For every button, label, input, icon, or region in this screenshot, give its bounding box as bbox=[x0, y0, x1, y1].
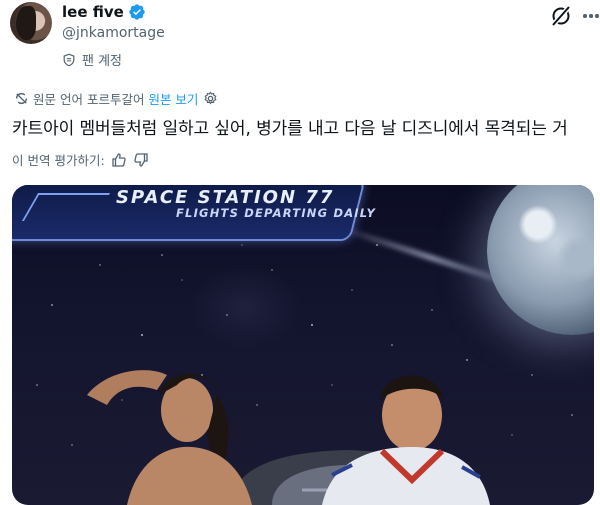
verified-badge-icon bbox=[129, 4, 145, 20]
translation-source-label: 원문 언어 포르투갈어 bbox=[33, 92, 145, 107]
view-original-link[interactable]: 원본 보기 bbox=[148, 89, 198, 108]
rate-translation-row: 이 번역 평가하기: bbox=[12, 150, 149, 169]
gear-icon[interactable] bbox=[203, 91, 218, 106]
translate-icon bbox=[15, 92, 28, 105]
more-options-icon[interactable] bbox=[583, 12, 599, 20]
author-handle[interactable]: @jnkamortage bbox=[62, 25, 165, 41]
fan-badge-icon bbox=[63, 53, 75, 66]
thumbs-up-icon[interactable] bbox=[111, 152, 127, 168]
tweet-header: lee five @jnkamortage 팬 계정 bbox=[0, 0, 600, 80]
author-name-row: lee five bbox=[62, 3, 146, 21]
rate-translation-label: 이 번역 평가하기: bbox=[12, 153, 105, 168]
fan-account-text: 팬 계정 bbox=[82, 54, 123, 69]
fan-account-label: 팬 계정 bbox=[62, 50, 122, 69]
tweet-media-image[interactable]: SPACE STATION 77 FLIGHTS DEPARTING DAILY bbox=[12, 185, 594, 505]
translation-bar: 원문 언어 포르투갈어 원본 보기 bbox=[14, 89, 218, 108]
thumbs-down-icon[interactable] bbox=[133, 152, 149, 168]
grok-icon[interactable] bbox=[549, 4, 573, 28]
person-right bbox=[322, 375, 490, 505]
sign-title: SPACE STATION 77 bbox=[116, 187, 335, 208]
sign-subtitle: FLIGHTS DEPARTING DAILY bbox=[176, 206, 377, 220]
avatar[interactable] bbox=[10, 2, 52, 44]
person-left bbox=[87, 370, 252, 505]
tweet-text: 카트아이 멤버들처럼 일하고 싶어, 병가를 내고 다음 날 디즈니에서 목격되… bbox=[12, 119, 568, 139]
display-name[interactable]: lee five bbox=[62, 3, 124, 21]
